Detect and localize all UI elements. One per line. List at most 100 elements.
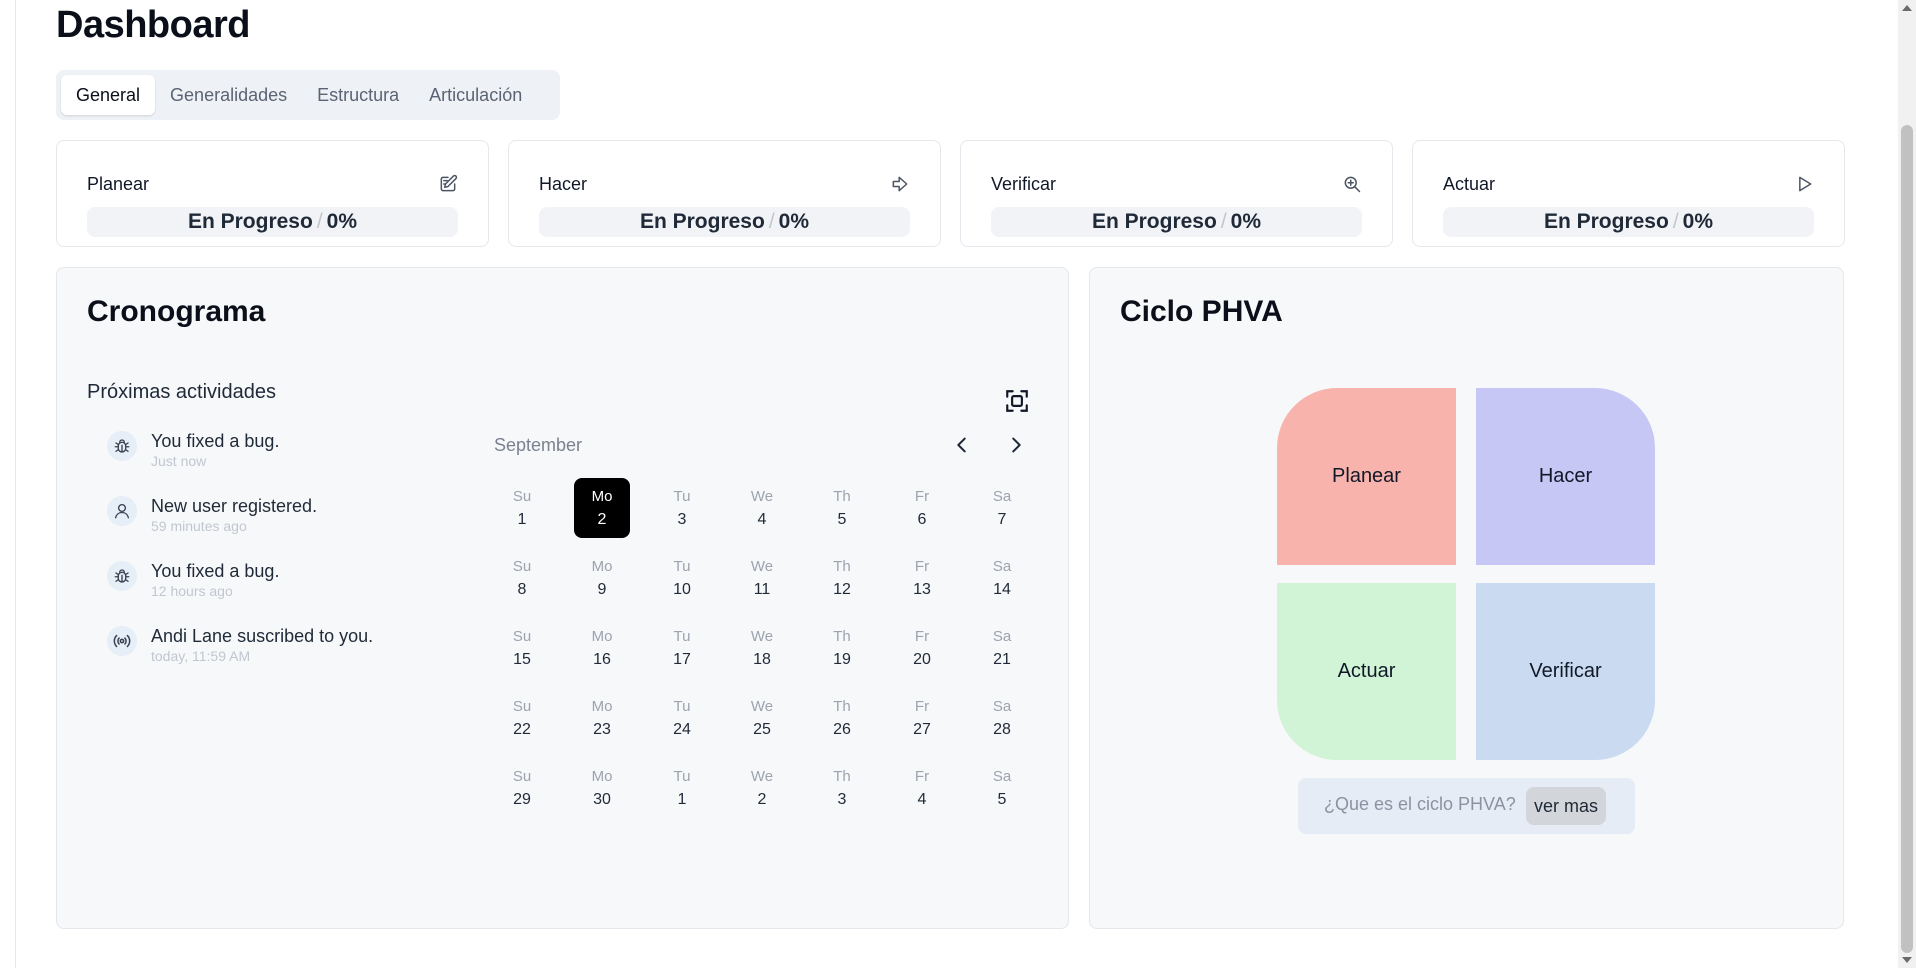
stat-card-planear: Planear En Progreso/0% xyxy=(56,140,489,247)
calendar-day[interactable]: Su 29 xyxy=(494,758,550,818)
calendar-day[interactable]: Tu 17 xyxy=(654,618,710,678)
calendar-weekday: Th xyxy=(833,558,851,575)
stat-percent: 0% xyxy=(1230,210,1262,233)
calendar-date: 17 xyxy=(673,651,691,668)
calendar-date: 30 xyxy=(593,791,611,808)
stat-card-hacer: Hacer En Progreso/0% xyxy=(508,140,941,247)
stat-separator: / xyxy=(1672,210,1679,233)
fullscreen-icon[interactable] xyxy=(1004,388,1030,414)
calendar-weekday: We xyxy=(750,488,774,505)
calendar-day[interactable]: Fr 4 xyxy=(894,758,950,818)
calendar-day[interactable]: Tu 24 xyxy=(654,688,710,748)
calendar-day[interactable]: Mo 23 xyxy=(574,688,630,748)
stat-status: En Progreso xyxy=(1091,210,1217,233)
calendar-date: 14 xyxy=(993,581,1011,598)
calendar-day[interactable]: Tu 10 xyxy=(654,548,710,608)
calendar-weekday: Fr xyxy=(914,628,930,645)
scroll-up-arrow[interactable] xyxy=(1902,5,1912,11)
calendar-day[interactable]: We 25 xyxy=(734,688,790,748)
calendar-date: 6 xyxy=(917,511,927,528)
calendar-day-selected[interactable]: Mo 2 xyxy=(574,478,630,538)
user-icon xyxy=(107,496,137,526)
broadcast-icon xyxy=(107,626,137,656)
calendar-weekday: We xyxy=(750,558,774,575)
calendar-date: 26 xyxy=(833,721,851,738)
play-icon xyxy=(1799,176,1812,192)
phva-quadrant-planear[interactable]: Planear xyxy=(1277,388,1456,565)
calendar-day[interactable]: We 18 xyxy=(734,618,790,678)
calendar-weekday: We xyxy=(750,698,774,715)
chevron-right-icon[interactable] xyxy=(1005,434,1027,456)
calendar-date: 5 xyxy=(997,791,1007,808)
calendar-day[interactable]: Th 19 xyxy=(814,618,870,678)
phva-title: Ciclo PHVA xyxy=(1120,295,1283,328)
calendar-weekday: Fr xyxy=(914,698,930,715)
phva-quadrant-actuar[interactable]: Actuar xyxy=(1277,583,1456,760)
page-left-border xyxy=(15,0,16,968)
calendar-day[interactable]: Sa 5 xyxy=(974,758,1030,818)
phva-panel: Ciclo PHVA Planear Hacer Actuar Verifica… xyxy=(1089,267,1844,929)
calendar-day[interactable]: Mo 9 xyxy=(574,548,630,608)
calendar-weekday: Th xyxy=(833,628,851,645)
calendar-date: 27 xyxy=(913,721,931,738)
arrow-right-icon xyxy=(892,176,908,192)
calendar-day[interactable]: Sa 14 xyxy=(974,548,1030,608)
calendar-day[interactable]: Su 22 xyxy=(494,688,550,748)
calendar-day[interactable]: We 11 xyxy=(734,548,790,608)
calendar-day[interactable]: Th 3 xyxy=(814,758,870,818)
calendar-date: 11 xyxy=(753,581,771,598)
calendar-day[interactable]: Sa 21 xyxy=(974,618,1030,678)
calendar-day[interactable]: Fr 20 xyxy=(894,618,950,678)
calendar-weekday: Sa xyxy=(992,488,1012,505)
scrollbar-thumb[interactable] xyxy=(1901,125,1913,953)
calendar-weekday: Fr xyxy=(914,558,930,575)
calendar-month: September xyxy=(494,435,583,455)
chevron-left-icon[interactable] xyxy=(951,434,973,456)
calendar-weekday: Sa xyxy=(992,768,1012,785)
calendar-day[interactable]: Fr 6 xyxy=(894,478,950,538)
calendar-weekday: Su xyxy=(512,488,532,505)
scroll-down-arrow[interactable] xyxy=(1902,957,1912,963)
calendar-day[interactable]: Th 5 xyxy=(814,478,870,538)
calendar-day[interactable]: Su 15 xyxy=(494,618,550,678)
calendar-day[interactable]: We 2 xyxy=(734,758,790,818)
cronograma-panel: Cronograma Próximas actividades You fixe… xyxy=(56,267,1069,929)
calendar-day[interactable]: Su 1 xyxy=(494,478,550,538)
calendar-day[interactable]: Mo 30 xyxy=(574,758,630,818)
phva-quadrant-hacer[interactable]: Hacer xyxy=(1476,388,1655,565)
calendar-date: 16 xyxy=(593,651,611,668)
calendar-weekday: Su xyxy=(512,768,532,785)
calendar-day[interactable]: Mo 16 xyxy=(574,618,630,678)
calendar-weekday: Fr xyxy=(914,488,930,505)
calendar-day[interactable]: Su 8 xyxy=(494,548,550,608)
calendar-day[interactable]: Sa 7 xyxy=(974,478,1030,538)
phva-quadrant-verificar[interactable]: Verificar xyxy=(1476,583,1655,760)
calendar-day[interactable]: Sa 28 xyxy=(974,688,1030,748)
stat-separator: / xyxy=(1220,210,1227,233)
calendar-weekday: Tu xyxy=(673,628,691,645)
calendar-weekday: Th xyxy=(833,698,851,715)
calendar-day[interactable]: Tu 1 xyxy=(654,758,710,818)
tab-generalidades[interactable]: Generalidades xyxy=(155,75,302,115)
calendar-weekday: Su xyxy=(512,628,532,645)
calendar-day[interactable]: We 4 xyxy=(734,478,790,538)
calendar-date: 15 xyxy=(513,651,531,668)
tab-estructura[interactable]: Estructura xyxy=(302,75,414,115)
calendar-date: 28 xyxy=(993,721,1011,738)
calendar-date: 1 xyxy=(677,791,687,808)
calendar-date: 12 xyxy=(833,581,851,598)
calendar-weekday: Tu xyxy=(673,698,691,715)
tab-articulacion[interactable]: Articulación xyxy=(414,75,537,115)
ver-mas-button[interactable]: ver mas xyxy=(1526,787,1607,825)
calendar-weekday: Su xyxy=(512,558,532,575)
calendar-day[interactable]: Th 12 xyxy=(814,548,870,608)
calendar-date: 5 xyxy=(837,511,847,528)
calendar-date: 8 xyxy=(517,581,527,598)
tab-general[interactable]: General xyxy=(61,75,156,115)
calendar-weekday: Mo xyxy=(591,628,613,645)
calendar-day[interactable]: Fr 27 xyxy=(894,688,950,748)
calendar-day[interactable]: Th 26 xyxy=(814,688,870,748)
stat-percent: 0% xyxy=(1682,210,1714,233)
calendar-day[interactable]: Tu 3 xyxy=(654,478,710,538)
calendar-day[interactable]: Fr 13 xyxy=(894,548,950,608)
